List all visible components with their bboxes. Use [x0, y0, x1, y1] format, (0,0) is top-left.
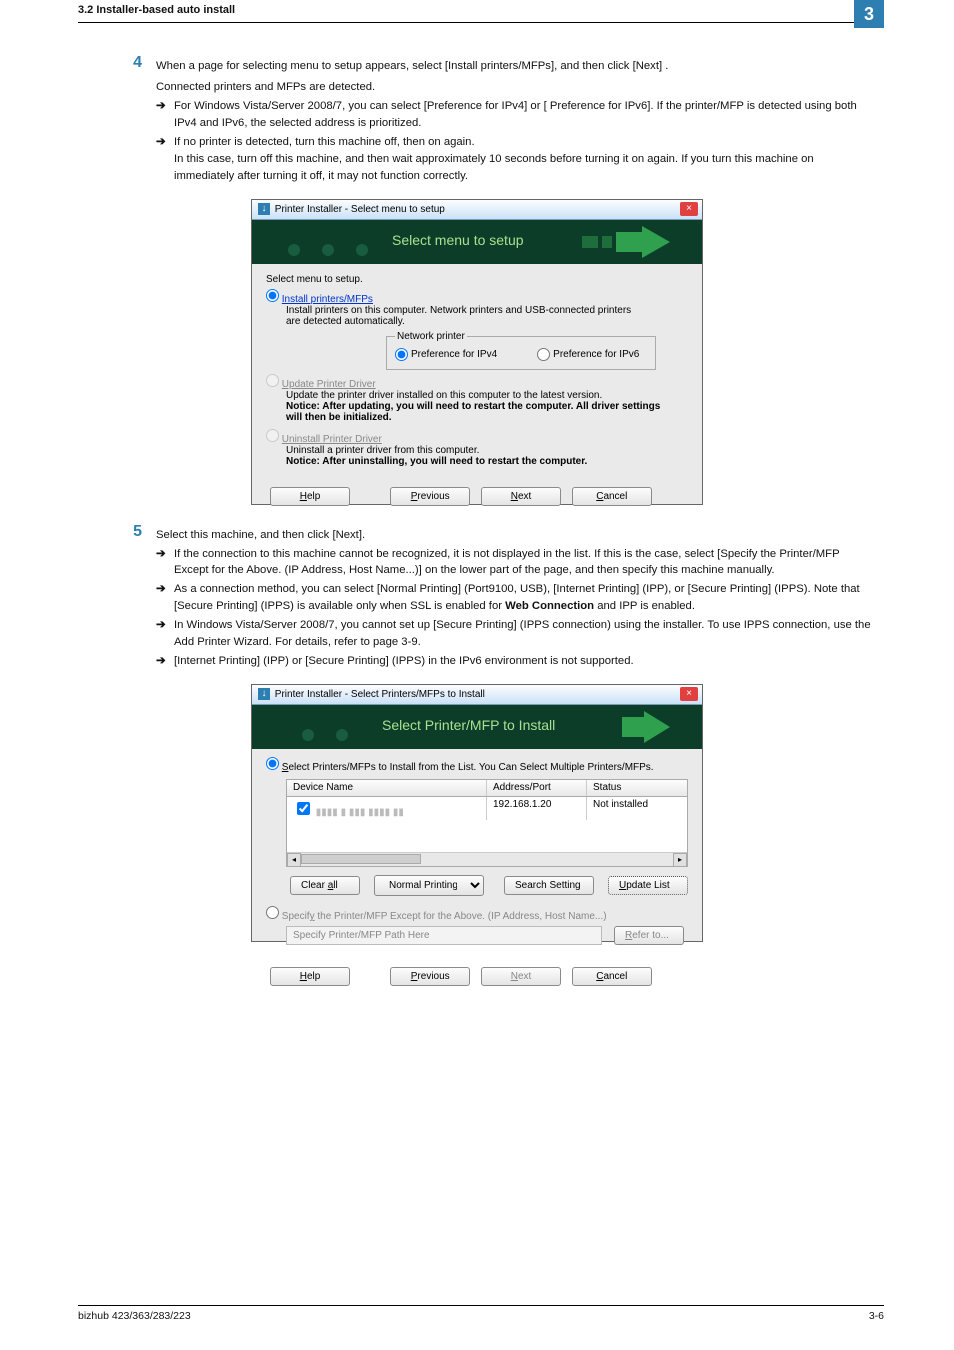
- radio-update-desc2: Notice: After updating, you will need to…: [286, 401, 666, 423]
- wizard-banner-title: Select Printer/MFP to Install: [382, 717, 555, 733]
- step-5-sub-4: [Internet Printing] (IPP) or [Secure Pri…: [174, 653, 876, 670]
- radio-install-desc: Install printers on this computer. Netwo…: [286, 305, 646, 327]
- step-4-text-main: When a page for selecting menu to setup …: [156, 58, 876, 75]
- radio-uninstall-desc2: Notice: After uninstalling, you will nee…: [286, 456, 666, 467]
- step-4: 4 When a page for selecting menu to setu…: [78, 54, 876, 185]
- footer-page: 3-6: [869, 1310, 884, 1322]
- step-5-sub-2: As a connection method, you can select […: [174, 581, 876, 615]
- wizard-banner: Select menu to setup: [252, 220, 702, 264]
- next-button[interactable]: Next: [481, 487, 561, 506]
- previous-button[interactable]: Previous: [390, 967, 470, 986]
- help-button[interactable]: Help: [270, 487, 350, 506]
- clear-all-button[interactable]: Clear all: [290, 876, 360, 895]
- col-device-name[interactable]: Device Name: [287, 780, 487, 796]
- radio-update-driver[interactable]: Update Printer Driver: [266, 379, 376, 390]
- network-printer-group: Network printer Preference for IPv4 Pref…: [386, 331, 656, 370]
- printing-mode-select[interactable]: Normal Printing: [374, 875, 484, 896]
- screenshot-select-menu: ↓ Printer Installer - Select menu to set…: [251, 199, 703, 505]
- device-list-header: Device Name Address/Port Status: [286, 779, 688, 797]
- cancel-button[interactable]: Cancel: [572, 487, 652, 506]
- screenshot-select-printer: ↓ Printer Installer - Select Printers/MF…: [251, 684, 703, 942]
- arrow-icon: ➔: [156, 134, 174, 185]
- path-input[interactable]: Specify Printer/MFP Path Here: [286, 926, 602, 945]
- footer-model: bizhub 423/363/283/223: [78, 1310, 191, 1322]
- arrow-icon: [602, 711, 672, 743]
- page-header: 3.2 Installer-based auto install 3: [0, 0, 954, 28]
- step-4-text-2: Connected printers and MFPs are detected…: [156, 79, 876, 96]
- cancel-button[interactable]: Cancel: [572, 967, 652, 986]
- col-address[interactable]: Address/Port: [487, 780, 587, 796]
- update-list-button[interactable]: Update List: [608, 876, 688, 895]
- step-5: 5 Select this machine, and then click [N…: [78, 523, 876, 671]
- close-icon[interactable]: ×: [680, 202, 698, 216]
- radio-update-desc1: Update the printer driver installed on t…: [286, 390, 666, 401]
- app-icon: ↓: [258, 203, 270, 215]
- header-rule: [78, 22, 884, 23]
- previous-button[interactable]: Previous: [390, 487, 470, 506]
- window-title: Printer Installer - Select Printers/MFPs…: [275, 689, 485, 700]
- step-4-number: 4: [78, 54, 156, 185]
- radio-uninstall-driver[interactable]: Uninstall Printer Driver: [266, 434, 382, 445]
- col-status[interactable]: Status: [587, 780, 687, 796]
- refer-to-button[interactable]: Refer to...: [614, 926, 684, 945]
- scroll-thumb[interactable]: [301, 854, 421, 864]
- device-status: Not installed: [587, 797, 687, 820]
- app-icon: ↓: [258, 688, 270, 700]
- next-button[interactable]: Next: [481, 967, 561, 986]
- device-checkbox[interactable]: [297, 802, 310, 815]
- arrow-icon: ➔: [156, 546, 174, 580]
- arrow-icon: ➔: [156, 653, 174, 670]
- network-printer-legend: Network printer: [395, 331, 467, 342]
- radio-ipv4[interactable]: Preference for IPv4: [395, 348, 497, 361]
- radio-uninstall-desc1: Uninstall a printer driver from this com…: [286, 445, 666, 456]
- arrow-icon: [582, 226, 672, 258]
- radio-select-from-list[interactable]: Select Printers/MFPs to Install from the…: [266, 762, 654, 773]
- step-5-sub-1: If the connection to this machine cannot…: [174, 546, 876, 580]
- horizontal-scrollbar[interactable]: ◂ ▸: [287, 852, 687, 866]
- help-button[interactable]: Help: [270, 967, 350, 986]
- arrow-icon: ➔: [156, 581, 174, 615]
- window-titlebar: ↓ Printer Installer - Select menu to set…: [252, 200, 702, 220]
- step-4-sub-1: For Windows Vista/Server 2008/7, you can…: [174, 98, 876, 132]
- wizard-banner: Select Printer/MFP to Install: [252, 705, 702, 749]
- window-titlebar: ↓ Printer Installer - Select Printers/MF…: [252, 685, 702, 705]
- radio-install[interactable]: Install printers/MFPs: [266, 294, 373, 305]
- step-5-text-main: Select this machine, and then click [Nex…: [156, 527, 876, 544]
- header-chapter-number: 3: [854, 0, 884, 28]
- device-list[interactable]: ▮▮▮▮ ▮ ▮▮▮ ▮▮▮▮ ▮▮ 192.168.1.20 Not inst…: [286, 797, 688, 867]
- device-address: 192.168.1.20: [487, 797, 587, 820]
- wizard-banner-title: Select menu to setup: [392, 232, 524, 248]
- wizard-subhead: Select menu to setup.: [266, 274, 688, 285]
- radio-ipv6[interactable]: Preference for IPv6: [537, 348, 639, 361]
- search-setting-button[interactable]: Search Setting: [504, 876, 594, 895]
- close-icon[interactable]: ×: [680, 687, 698, 701]
- page-footer: bizhub 423/363/283/223 3-6: [78, 1305, 884, 1322]
- window-title: Printer Installer - Select menu to setup: [275, 204, 445, 215]
- step-5-sub-3: In Windows Vista/Server 2008/7, you cann…: [174, 617, 876, 651]
- step-5-number: 5: [78, 523, 156, 671]
- arrow-icon: ➔: [156, 98, 174, 132]
- step-4-sub-2a: If no printer is detected, turn this mac…: [174, 134, 876, 151]
- header-section-title: 3.2 Installer-based auto install: [78, 4, 235, 16]
- scroll-right-icon[interactable]: ▸: [673, 853, 687, 867]
- table-row[interactable]: ▮▮▮▮ ▮ ▮▮▮ ▮▮▮▮ ▮▮ 192.168.1.20 Not inst…: [287, 797, 687, 820]
- scroll-left-icon[interactable]: ◂: [287, 853, 301, 867]
- step-4-sub-2b: In this case, turn off this machine, and…: [174, 151, 876, 185]
- radio-specify-path[interactable]: Specify the Printer/MFP Except for the A…: [266, 911, 607, 922]
- arrow-icon: ➔: [156, 617, 174, 651]
